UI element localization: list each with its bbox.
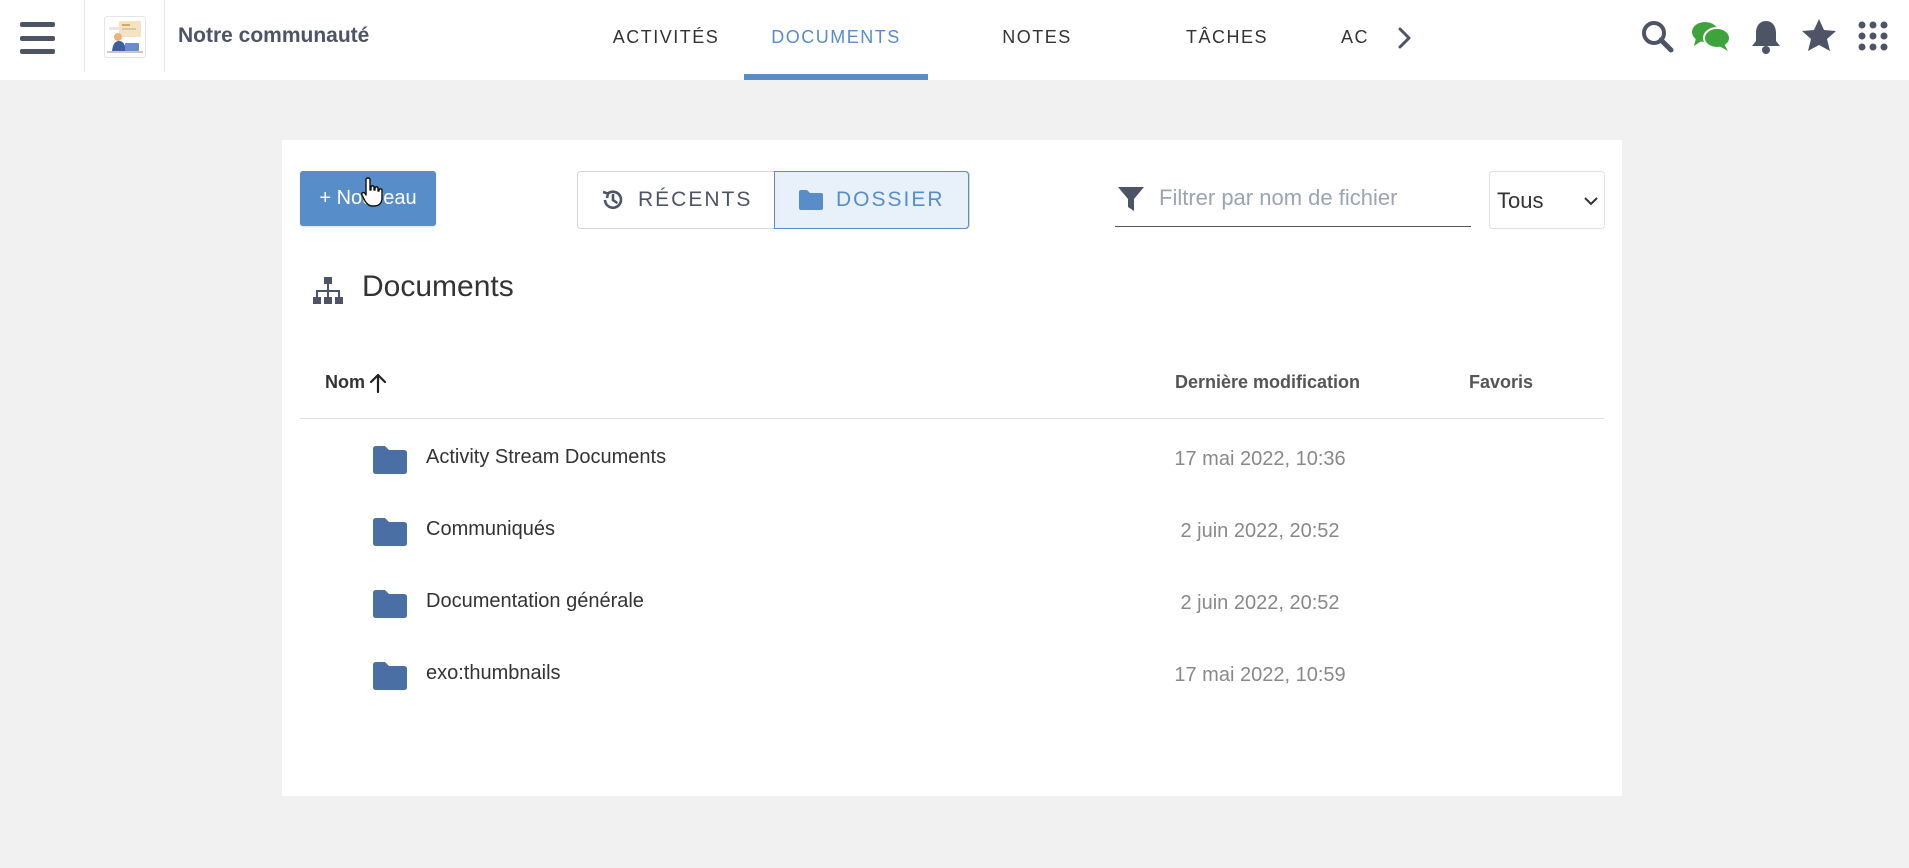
filter-field: [1115, 171, 1471, 227]
sitemap-icon[interactable]: [312, 276, 344, 306]
tab-overflow[interactable]: AC: [1341, 0, 1379, 80]
top-bar: Notre communauté ACTIVITÉS DOCUMENTS NOT…: [0, 0, 1909, 80]
modified-date: 17 mai 2022, 10:36: [1174, 448, 1346, 470]
folder-title: Documents: [362, 270, 514, 303]
divider: [300, 418, 1604, 419]
table-row[interactable]: exo:thumbnails 17 mai 2022, 10:59: [300, 646, 1604, 718]
tab-tasks[interactable]: TÂCHES: [1152, 0, 1302, 80]
star-icon[interactable]: [1799, 16, 1839, 56]
table-row[interactable]: Documentation générale 2 juin 2022, 20:5…: [300, 574, 1604, 646]
folder-icon: [373, 446, 407, 474]
documents-panel: + Nouveau RÉCENTS DOSSIER Tous: [282, 140, 1622, 796]
folder-icon: [373, 662, 407, 690]
modified-date: 2 juin 2022, 20:52: [1180, 592, 1340, 614]
chat-icon[interactable]: [1690, 16, 1731, 56]
type-select-value: Tous: [1497, 188, 1544, 213]
recent-toggle-button[interactable]: RÉCENTS: [578, 172, 775, 228]
recent-label: RÉCENTS: [638, 188, 753, 211]
filter-input[interactable]: [1157, 179, 1461, 217]
type-select[interactable]: Tous: [1489, 171, 1605, 229]
column-header-name[interactable]: Nom: [325, 372, 365, 393]
modified-date: 2 juin 2022, 20:52: [1180, 520, 1340, 542]
file-name[interactable]: exo:thumbnails: [426, 662, 561, 685]
column-header-favorites: Favoris: [1469, 372, 1534, 392]
file-name[interactable]: Communiqués: [426, 518, 555, 541]
menu-icon[interactable]: [20, 20, 55, 56]
chevron-down-icon: [1584, 197, 1598, 206]
space-name[interactable]: Notre communauté: [178, 24, 369, 48]
chevron-right-icon[interactable]: [1390, 24, 1418, 52]
file-name[interactable]: Documentation générale: [426, 590, 644, 613]
table-row[interactable]: Activity Stream Documents 17 mai 2022, 1…: [300, 430, 1604, 502]
arrow-up-icon[interactable]: [367, 372, 389, 394]
space-avatar[interactable]: [104, 16, 146, 58]
divider: [164, 0, 165, 72]
folder-label: DOSSIER: [836, 188, 945, 211]
tab-notes[interactable]: NOTES: [962, 0, 1112, 80]
folder-icon: [373, 590, 407, 618]
column-header-modified[interactable]: Dernière modification: [1175, 372, 1360, 393]
history-icon: [602, 190, 623, 209]
file-name[interactable]: Activity Stream Documents: [426, 446, 666, 469]
bell-icon[interactable]: [1746, 16, 1786, 56]
apps-grid-icon[interactable]: [1854, 16, 1894, 56]
view-toggle: RÉCENTS DOSSIER: [577, 171, 970, 229]
folder-icon: [799, 190, 823, 210]
folder-icon: [373, 518, 407, 546]
table-row[interactable]: Communiqués 2 juin 2022, 20:52: [300, 502, 1604, 574]
space-tabs: ACTIVITÉS DOCUMENTS NOTES TÂCHES AC: [572, 0, 1412, 80]
folder-toggle-button[interactable]: DOSSIER: [774, 171, 969, 229]
search-icon[interactable]: [1637, 16, 1677, 56]
tab-documents[interactable]: DOCUMENTS: [744, 0, 928, 80]
filter-icon: [1118, 187, 1144, 211]
divider: [84, 0, 85, 72]
tab-activities[interactable]: ACTIVITÉS: [586, 0, 746, 80]
modified-date: 17 mai 2022, 10:59: [1174, 664, 1346, 686]
new-button[interactable]: + Nouveau: [300, 171, 436, 226]
